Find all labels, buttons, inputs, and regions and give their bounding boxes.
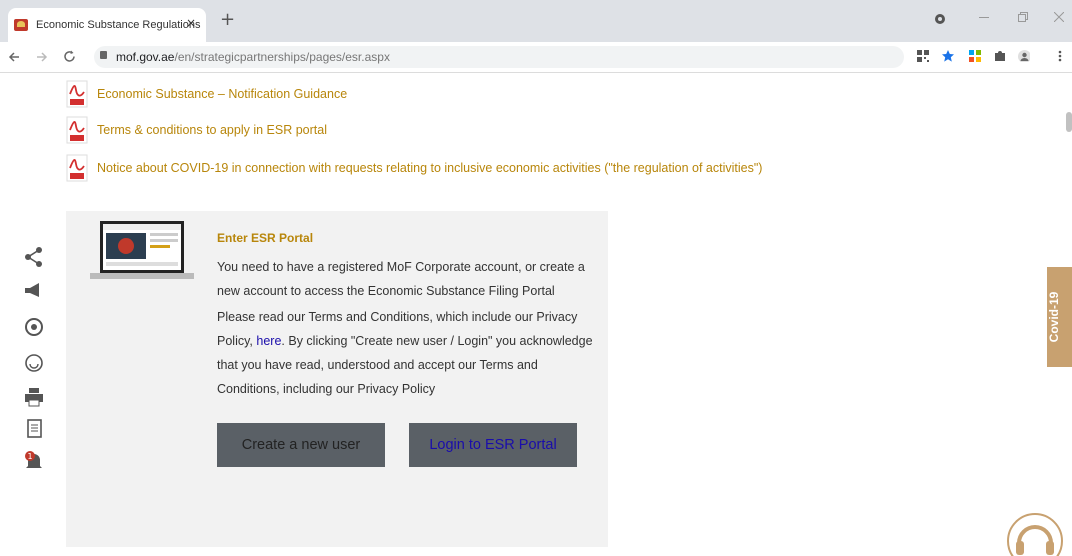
account-icon[interactable] <box>1018 50 1030 62</box>
print-icon[interactable] <box>23 386 45 408</box>
login-esr-portal-button[interactable]: Login to ESR Portal <box>409 423 577 467</box>
create-new-user-button[interactable]: Create a new user <box>217 423 385 467</box>
document-label: Terms & conditions to apply in ESR porta… <box>97 123 327 137</box>
reload-icon[interactable] <box>63 50 76 63</box>
menu-kebab-icon[interactable] <box>1058 50 1070 62</box>
laptop-screenshot-image <box>90 221 194 279</box>
document-copy-icon[interactable] <box>23 418 45 440</box>
url-text: mof.gov.ae/en/strategicpartnerships/page… <box>116 50 390 64</box>
extensions-puzzle-icon[interactable] <box>994 50 1006 62</box>
document-link[interactable]: Economic Substance – Notification Guidan… <box>66 80 347 108</box>
document-link[interactable]: Notice about COVID-19 in connection with… <box>66 154 762 182</box>
back-icon[interactable] <box>8 51 20 63</box>
covid-side-tab[interactable]: Covid-19 <box>1047 267 1072 367</box>
new-tab-button[interactable]: + <box>220 11 235 29</box>
url-host: mof.gov.ae <box>116 50 175 64</box>
lock-icon <box>100 51 107 59</box>
url-bar[interactable]: mof.gov.ae/en/strategicpartnerships/page… <box>94 46 904 68</box>
bookmark-star-icon[interactable] <box>942 50 954 62</box>
document-label: Notice about COVID-19 in connection with… <box>97 161 763 175</box>
profile-icon[interactable] <box>934 13 946 25</box>
minimize-icon[interactable] <box>979 17 989 19</box>
covid-tab-label: Covid-19 <box>1047 291 1061 343</box>
portal-title: Enter ESR Portal <box>217 231 314 245</box>
portal-intro: You need to have a registered MoF Corpor… <box>217 260 585 298</box>
support-headset-icon[interactable] <box>1005 511 1065 556</box>
restore-icon[interactable] <box>1018 12 1028 22</box>
notification-bell-icon[interactable]: 1 <box>23 450 45 472</box>
pdf-icon <box>66 154 88 182</box>
close-window-icon[interactable] <box>1054 12 1064 22</box>
forward-icon[interactable] <box>36 51 48 63</box>
feedback-megaphone-icon[interactable] <box>23 280 45 302</box>
portal-terms: Please read our Terms and Conditions, wh… <box>217 305 597 401</box>
site-favicon-icon <box>14 19 28 31</box>
qr-code-icon[interactable] <box>917 50 929 62</box>
tab-close-icon[interactable]: × <box>186 16 196 30</box>
tab-title: Economic Substance Regulations <box>36 19 201 31</box>
notification-count: 1 <box>27 452 32 461</box>
browser-tab[interactable]: Economic Substance Regulations × <box>8 8 206 42</box>
esr-portal-panel: Enter ESR Portal You need to have a regi… <box>66 211 608 547</box>
url-path: /en/strategicpartnerships/pages/esr.aspx <box>174 50 390 64</box>
document-link[interactable]: Terms & conditions to apply in ESR porta… <box>66 116 327 144</box>
extension-windows-icon[interactable] <box>969 50 981 62</box>
scrollbar-thumb[interactable] <box>1066 112 1072 132</box>
listen-icon[interactable] <box>23 316 45 338</box>
address-bar-row: mof.gov.ae/en/strategicpartnerships/page… <box>0 42 1072 73</box>
smiley-feedback-icon[interactable] <box>23 352 45 374</box>
pdf-icon <box>66 80 88 108</box>
privacy-policy-link[interactable]: here <box>256 334 281 348</box>
document-label: Economic Substance – Notification Guidan… <box>97 87 348 101</box>
browser-tab-bar: Economic Substance Regulations × + <box>0 0 1072 42</box>
share-icon[interactable] <box>23 246 45 268</box>
pdf-icon <box>66 116 88 144</box>
